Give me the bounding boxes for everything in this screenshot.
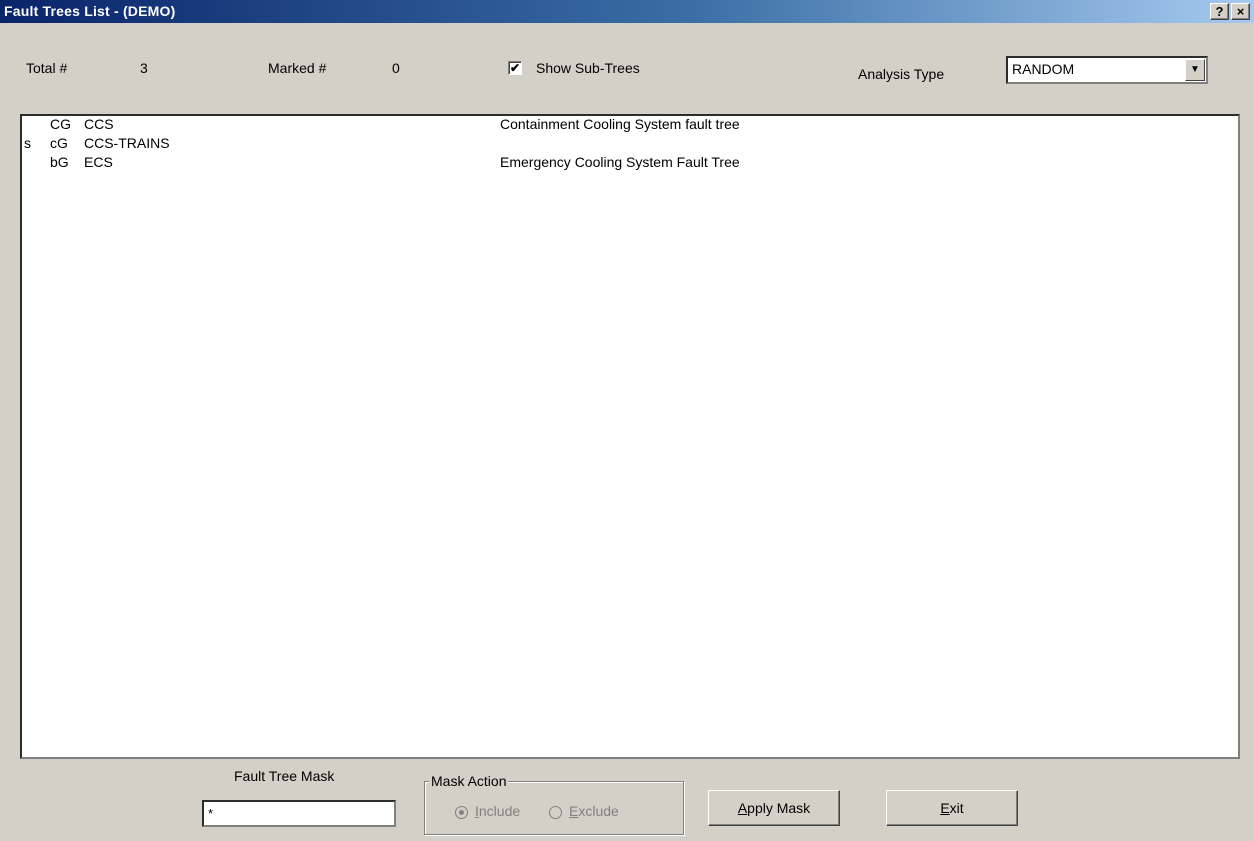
row-flag: s bbox=[24, 135, 31, 151]
window-title: Fault Trees List - (DEMO) bbox=[4, 3, 176, 19]
apply-mask-button[interactable]: Apply Mask bbox=[708, 790, 840, 826]
list-item[interactable]: s cG CCS-TRAINS bbox=[22, 135, 1238, 153]
chevron-down-icon[interactable]: ▼ bbox=[1185, 59, 1205, 81]
marked-label: Marked # bbox=[268, 60, 327, 76]
include-radio[interactable] bbox=[455, 806, 468, 819]
row-type: CG bbox=[50, 116, 71, 132]
analysis-type-label: Analysis Type bbox=[858, 66, 945, 82]
list-item[interactable]: bG ECS Emergency Cooling System Fault Tr… bbox=[22, 154, 1238, 172]
checkmark-icon: ✔ bbox=[509, 61, 521, 75]
analysis-type-select[interactable]: RANDOM ▼ bbox=[1006, 56, 1208, 84]
mask-action-label: Mask Action bbox=[429, 773, 509, 789]
row-name: CCS-TRAINS bbox=[84, 135, 170, 151]
exclude-radio[interactable] bbox=[549, 806, 562, 819]
help-button[interactable]: ? bbox=[1210, 3, 1229, 20]
mask-action-group: Mask Action Include Exclude bbox=[424, 773, 684, 835]
list-item[interactable]: CG CCS Containment Cooling System fault … bbox=[22, 116, 1238, 134]
include-label[interactable]: Include bbox=[475, 803, 520, 819]
row-type: cG bbox=[50, 135, 68, 151]
marked-value: 0 bbox=[392, 60, 400, 76]
show-subtrees-checkbox[interactable]: ✔ bbox=[508, 61, 522, 75]
fault-tree-mask-label: Fault Tree Mask bbox=[234, 768, 335, 784]
title-bar: Fault Trees List - (DEMO) ? × bbox=[0, 0, 1254, 23]
show-subtrees-label[interactable]: Show Sub-Trees bbox=[536, 60, 640, 76]
total-value: 3 bbox=[140, 60, 148, 76]
row-type: bG bbox=[50, 154, 69, 170]
row-description: Containment Cooling System fault tree bbox=[500, 116, 740, 132]
analysis-type-value: RANDOM bbox=[1012, 61, 1075, 77]
fault-tree-mask-input-box[interactable] bbox=[202, 800, 396, 827]
row-description: Emergency Cooling System Fault Tree bbox=[500, 154, 740, 170]
exit-button[interactable]: Exit bbox=[886, 790, 1018, 826]
exclude-label[interactable]: Exclude bbox=[569, 803, 619, 819]
row-name: ECS bbox=[84, 154, 113, 170]
fault-tree-list[interactable]: CG CCS Containment Cooling System fault … bbox=[20, 114, 1240, 759]
row-name: CCS bbox=[84, 116, 114, 132]
close-button[interactable]: × bbox=[1231, 3, 1250, 20]
fault-tree-mask-input[interactable] bbox=[204, 802, 394, 825]
total-label: Total # bbox=[26, 60, 68, 76]
